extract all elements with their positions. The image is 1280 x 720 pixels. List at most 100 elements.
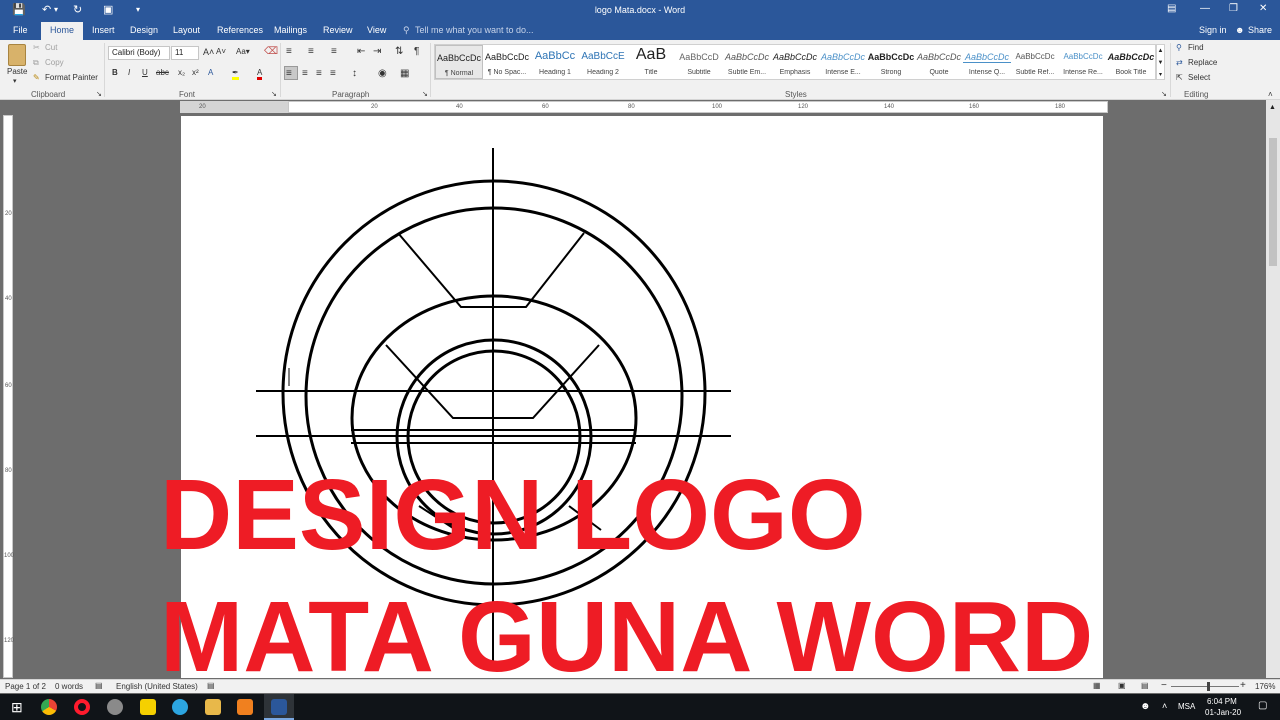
word-count[interactable]: 0 words (55, 682, 83, 691)
numbering-icon[interactable]: ≡ (308, 46, 314, 57)
zoom-slider[interactable] (1171, 686, 1239, 687)
paste-icon[interactable] (8, 44, 26, 66)
italic-icon[interactable]: I (128, 68, 130, 77)
sticky-notes-icon[interactable] (140, 699, 156, 715)
language-indicator[interactable]: English (United States) (116, 682, 198, 691)
style-no-spacing[interactable]: AaBbCcDc ¶ No Spac... (483, 45, 531, 79)
show-hidden-icons[interactable]: ˄ (1162, 701, 1167, 711)
minimize-icon[interactable]: — (1200, 3, 1210, 14)
tell-me-box[interactable]: Tell me what you want to do... (415, 25, 534, 35)
paragraph-launcher-icon[interactable]: ↘ (422, 90, 428, 98)
share-button[interactable]: Share (1248, 25, 1272, 35)
style-emphasis[interactable]: AaBbCcDc Emphasis (771, 45, 819, 79)
superscript-icon[interactable]: x² (192, 68, 199, 77)
chrome-icon[interactable] (41, 699, 57, 715)
multilevel-list-icon[interactable]: ≡ (331, 46, 337, 57)
zoom-level[interactable]: 176% (1255, 682, 1275, 691)
collapse-ribbon-icon[interactable]: ˄ (1268, 90, 1273, 99)
style-quote[interactable]: AaBbCcDc Quote (915, 45, 963, 79)
vertical-scrollbar[interactable]: ▲ (1266, 100, 1280, 678)
shading-icon[interactable]: ◉ (378, 68, 387, 79)
increase-indent-icon[interactable]: ⇥ (373, 46, 381, 57)
font-family-box[interactable]: Calibri (Body) (108, 46, 170, 60)
horizontal-ruler[interactable]: 20 20 40 60 80 100 120 140 160 180 (199, 101, 1108, 113)
page-count[interactable]: Page 1 of 2 (5, 682, 46, 691)
clock-time[interactable]: 6:04 PM (1207, 697, 1237, 706)
restore-icon[interactable]: ❐ (1229, 3, 1238, 14)
copy-icon[interactable]: ⧉ (33, 58, 39, 68)
clipboard-launcher-icon[interactable]: ↘ (96, 90, 102, 98)
styles-scroll[interactable]: ▲ ▼ ▾ (1156, 44, 1165, 80)
style-intense-quote[interactable]: AaBbCcDc Intense Q... (963, 45, 1011, 79)
format-painter-button[interactable]: Format Painter (45, 73, 98, 82)
foxit-icon[interactable] (237, 699, 253, 715)
change-case-icon[interactable]: Aa▾ (236, 47, 250, 56)
input-language[interactable]: MSA (1178, 702, 1195, 711)
cut-button[interactable]: Cut (45, 43, 57, 52)
justify-icon[interactable]: ≡ (330, 68, 336, 79)
style-strong[interactable]: AaBbCcDc Strong (867, 45, 915, 79)
notifications-icon[interactable]: ▢ (1258, 700, 1267, 711)
ribbon-display-icon[interactable]: ▤ (1167, 3, 1176, 14)
font-color-icon[interactable]: A (257, 68, 263, 80)
tab-file[interactable]: File (13, 25, 28, 35)
select-icon[interactable]: ⇱ (1176, 73, 1183, 82)
line-spacing-icon[interactable]: ↕ (352, 68, 357, 79)
tab-view[interactable]: View (367, 25, 386, 35)
tab-layout[interactable]: Layout (173, 25, 200, 35)
text-effects-icon[interactable]: A (208, 68, 213, 77)
font-size-box[interactable]: 11 (171, 46, 199, 60)
bold-icon[interactable]: B (112, 68, 118, 77)
app-icon[interactable] (107, 699, 123, 715)
print-layout-icon[interactable]: ▣ (1118, 681, 1126, 690)
clear-formatting-icon[interactable]: ⌫ (264, 46, 278, 57)
tab-review[interactable]: Review (323, 25, 353, 35)
show-marks-icon[interactable]: ¶ (414, 46, 419, 57)
paste-button[interactable]: Paste (7, 67, 27, 76)
format-painter-icon[interactable]: ✎ (33, 73, 40, 82)
align-right-icon[interactable]: ≡ (316, 68, 322, 79)
style-heading-2[interactable]: AaBbCcE Heading 2 (579, 45, 627, 79)
style-subtitle[interactable]: AaBbCcD Subtitle (675, 45, 723, 79)
sort-icon[interactable]: ⇅ (395, 46, 403, 57)
windows-start-icon[interactable]: ⊞ (11, 699, 23, 716)
people-icon[interactable]: ☻ (1140, 701, 1151, 712)
highlight-icon[interactable]: ✒ (232, 68, 239, 80)
read-mode-icon[interactable]: ▦ (1093, 681, 1101, 690)
tab-design[interactable]: Design (130, 25, 158, 35)
find-icon[interactable]: ⚲ (1176, 43, 1182, 52)
tab-mailings[interactable]: Mailings (274, 25, 307, 35)
word-icon[interactable] (271, 699, 287, 715)
grow-font-icon[interactable]: A˄ (203, 47, 214, 57)
font-launcher-icon[interactable]: ↘ (271, 90, 277, 98)
tab-insert[interactable]: Insert (92, 25, 115, 35)
style-intense-reference[interactable]: AaBbCcDc Intense Re... (1059, 45, 1107, 79)
find-button[interactable]: Find (1188, 43, 1204, 52)
zoom-in-icon[interactable]: + (1240, 680, 1246, 691)
clock-date[interactable]: 01-Jan-20 (1205, 708, 1241, 717)
proofing-icon[interactable]: ▤ (95, 681, 103, 690)
decrease-indent-icon[interactable]: ⇤ (357, 46, 365, 57)
opera-icon[interactable] (74, 699, 90, 715)
paste-dropdown-icon[interactable]: ▾ (13, 77, 17, 85)
scroll-up-icon[interactable]: ▲ (1269, 104, 1276, 111)
style-subtle-emphasis[interactable]: AaBbCcDc Subtle Em... (723, 45, 771, 79)
replace-button[interactable]: Replace (1188, 58, 1217, 67)
strikethrough-icon[interactable]: abc (156, 68, 169, 77)
style-heading-1[interactable]: AaBbCc Heading 1 (531, 45, 579, 79)
replace-icon[interactable]: ⇄ (1176, 58, 1183, 67)
vertical-ruler[interactable]: 20 40 60 80 100 120 (3, 115, 14, 678)
close-icon[interactable]: ✕ (1259, 3, 1267, 14)
styles-launcher-icon[interactable]: ↘ (1161, 90, 1167, 98)
style-intense-emphasis[interactable]: AaBbCcDc Intense E... (819, 45, 867, 79)
sign-in-link[interactable]: Sign in (1199, 25, 1227, 35)
tab-references[interactable]: References (217, 25, 263, 35)
style-title[interactable]: AaB Title (627, 45, 675, 79)
file-explorer-icon[interactable] (205, 699, 221, 715)
telegram-icon[interactable] (172, 699, 188, 715)
style-subtle-reference[interactable]: AaBbCcDc Subtle Ref... (1011, 45, 1059, 79)
style-normal[interactable]: AaBbCcDc ¶ Normal (435, 45, 483, 79)
bullets-icon[interactable]: ≡ (286, 46, 292, 57)
tab-home[interactable]: Home (41, 22, 84, 40)
underline-icon[interactable]: U (142, 68, 148, 77)
